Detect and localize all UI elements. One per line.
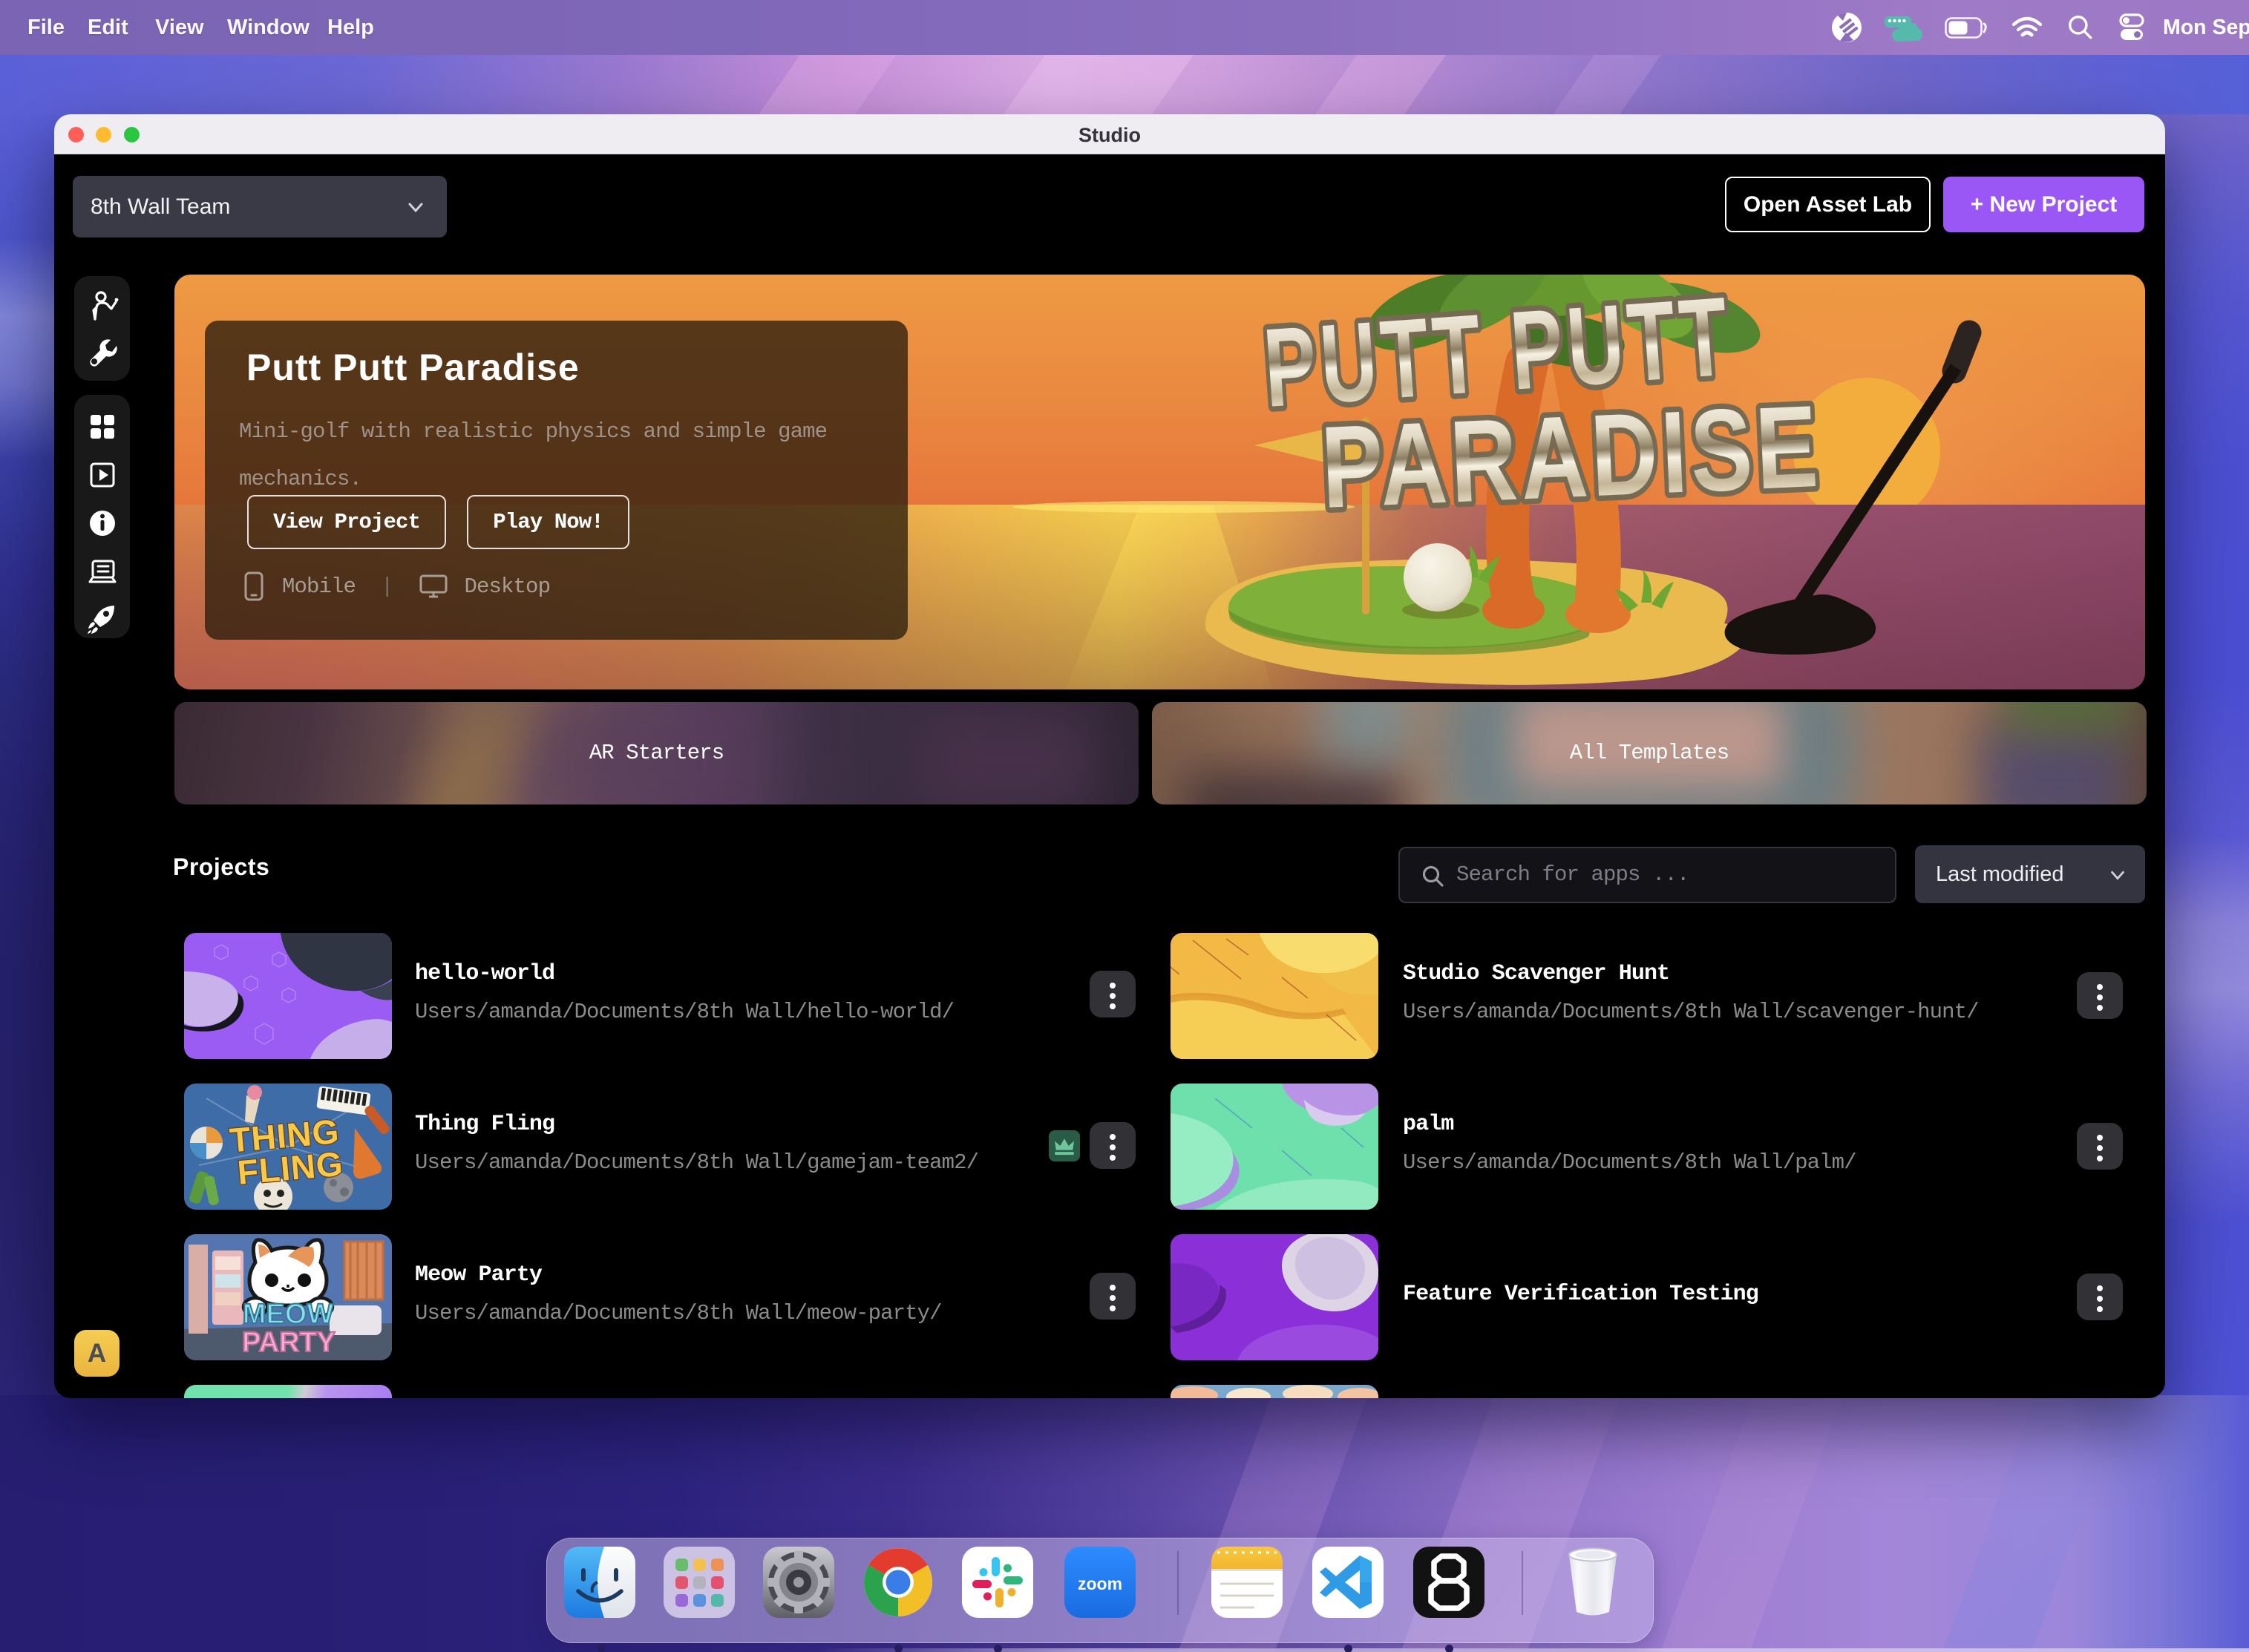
svg-text:zoom: zoom <box>1078 1574 1122 1593</box>
svg-text:MEOW: MEOW <box>243 1299 334 1330</box>
svg-text:PARTY: PARTY <box>242 1327 335 1358</box>
svg-text:PARADISE: PARADISE <box>1319 381 1824 532</box>
